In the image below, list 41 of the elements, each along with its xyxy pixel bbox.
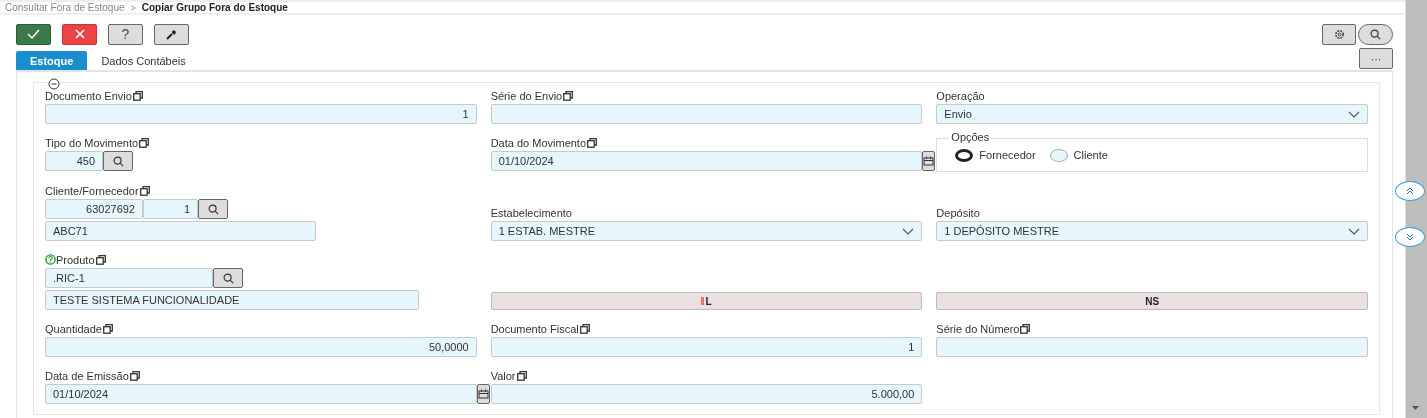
date-field[interactable]: 01/10/2024 <box>490 151 923 171</box>
field-label: Valor <box>490 369 516 382</box>
field-label: Operação <box>936 89 985 102</box>
breadcrumb-separator: > <box>130 2 136 13</box>
input-field[interactable]: .RIC-1 <box>45 268 213 288</box>
status-bar: NS <box>936 292 1368 310</box>
tab[interactable]: Dados Contábeis <box>87 51 200 70</box>
input-field[interactable]: 5.000,00 <box>490 384 923 404</box>
input-field[interactable]: 1 <box>45 104 477 124</box>
breadcrumb-item: Copiar Grupo Fora do Estoque <box>141 2 288 13</box>
input-field[interactable]: 1 <box>143 199 198 219</box>
field-label: Cliente/Fornecedor <box>45 184 139 197</box>
group-legend: Opções <box>949 131 992 143</box>
select-field[interactable]: Envio <box>936 104 1368 124</box>
field-label: Documento Fiscal <box>490 322 579 335</box>
more-button[interactable]: ··· <box>1359 48 1393 69</box>
status-bar: L <box>490 292 923 310</box>
input-field[interactable]: 50,0000 <box>45 337 477 357</box>
select-field[interactable]: 1 DEPÓSITO MESTRE <box>936 221 1368 241</box>
field-label: Estabelecimento <box>490 206 572 219</box>
help-button[interactable]: ? <box>108 23 143 45</box>
field-label: Data de Emissão <box>45 369 129 382</box>
input-field[interactable]: 450 <box>45 151 103 171</box>
select-field[interactable]: 1 ESTAB. MESTRE <box>490 221 923 241</box>
description-field[interactable]: TESTE SISTEMA FUNCIONALIDADE <box>45 290 419 310</box>
field-label: Tipo do Movimento <box>45 136 139 149</box>
field-label: Série do Envio <box>490 89 563 102</box>
field-label: Série do Número <box>936 322 1020 335</box>
field-label: Quantidade <box>45 322 102 335</box>
date-field[interactable]: 01/10/2024 <box>45 384 477 404</box>
field-label: Produto <box>56 253 95 266</box>
input-field[interactable]: 1 <box>490 337 923 357</box>
field-label: Data do Movimento <box>490 136 587 149</box>
radio-label: Cliente <box>1073 149 1108 161</box>
input-field[interactable]: 63027692 <box>45 199 143 219</box>
tab[interactable]: Estoque <box>16 51 88 70</box>
field-label: Documento Envio <box>45 89 132 102</box>
description-field[interactable]: ABC71 <box>45 221 316 241</box>
field-label: Depósito <box>936 206 980 219</box>
radio-label: Fornecedor <box>979 149 1036 161</box>
breadcrumb-item[interactable]: Consultar Fora de Estoque <box>5 2 125 13</box>
